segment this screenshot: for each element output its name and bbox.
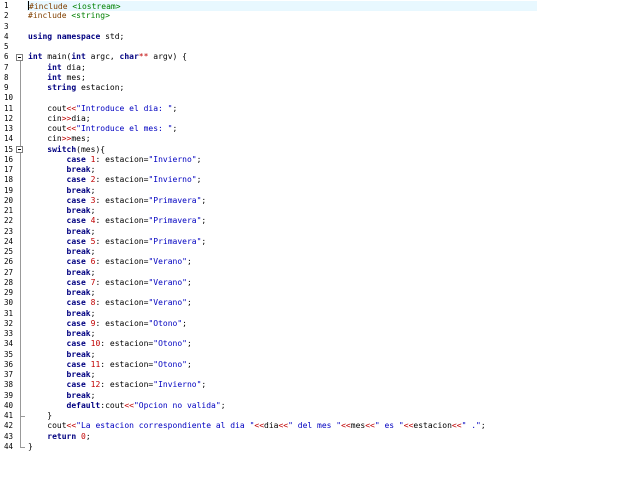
code-area[interactable]: 1 #include <iostream> 2 #include <string> 3 4… bbox=[0, 1, 640, 452]
code-line[interactable]: 40 default:cout<<"Opcion no valida"; bbox=[0, 401, 640, 411]
code-line[interactable]: 21 break; bbox=[0, 206, 640, 216]
code-text: break; bbox=[66, 185, 96, 195]
code-line[interactable]: 19 break; bbox=[0, 186, 640, 196]
code-line[interactable]: 9 string estacion; bbox=[0, 83, 640, 93]
code-text: int mes; bbox=[47, 72, 86, 82]
code-text: break; bbox=[66, 370, 96, 379]
code-line[interactable]: 44} bbox=[0, 442, 640, 452]
code-text: break; bbox=[66, 206, 96, 215]
code-line[interactable]: 37 break; bbox=[0, 370, 640, 380]
code-line[interactable]: 41 } bbox=[0, 411, 640, 421]
fold-end-marker bbox=[20, 446, 25, 448]
code-text: break; bbox=[66, 247, 96, 256]
code-line[interactable]: 6 int main(int argc, char** argv) { bbox=[0, 52, 640, 62]
code-line[interactable]: 11 cout<<"Introduce el dia: "; bbox=[0, 104, 640, 114]
code-text: case 1: estacion="Invierno"; bbox=[66, 154, 202, 164]
code-text: cout<<"La estacion correspondiente al di… bbox=[28, 421, 486, 431]
code-line[interactable]: 18 case 2: estacion="Invierno"; bbox=[0, 175, 640, 185]
code-text: string estacion; bbox=[47, 83, 125, 92]
code-line[interactable]: 22 case 4: estacion="Primavera"; bbox=[0, 216, 640, 226]
code-line[interactable]: 31 break; bbox=[0, 309, 640, 319]
code-text: case 9: estacion="Otono"; bbox=[66, 318, 187, 328]
code-line[interactable]: 16 case 1: estacion="Invierno"; bbox=[0, 155, 640, 165]
code-line[interactable]: 24 case 5: estacion="Primavera"; bbox=[0, 237, 640, 247]
code-line[interactable]: 20 case 3: estacion="Primavera"; bbox=[0, 196, 640, 206]
code-line[interactable]: 4 using namespace std; bbox=[0, 32, 640, 42]
code-line[interactable]: 36 case 11: estacion="Otono"; bbox=[0, 360, 640, 370]
code-text: return 0; bbox=[47, 431, 91, 441]
code-line[interactable]: 35 break; bbox=[0, 350, 640, 360]
code-text: break; bbox=[66, 308, 96, 318]
code-editor[interactable]: 1 #include <iostream> 2 #include <string> 3 4… bbox=[0, 0, 640, 484]
code-text: break; bbox=[66, 165, 96, 174]
code-text: case 11: estacion="Otono"; bbox=[66, 359, 192, 369]
code-text: break; bbox=[66, 288, 96, 297]
code-line[interactable]: 10 bbox=[0, 93, 640, 103]
code-line[interactable]: 26 case 6: estacion="Verano"; bbox=[0, 257, 640, 267]
code-text: break; bbox=[66, 226, 96, 236]
code-text: cin>>mes; bbox=[28, 134, 91, 144]
code-line[interactable]: 28 case 7: estacion="Verano"; bbox=[0, 278, 640, 288]
code-text: break; bbox=[66, 267, 96, 277]
fold-end-marker bbox=[20, 416, 25, 417]
code-text: break; bbox=[66, 390, 96, 400]
code-text: int dia; bbox=[47, 62, 86, 72]
fold-margin bbox=[16, 0, 26, 484]
code-line[interactable]: 8 int mes; bbox=[0, 73, 640, 83]
code-text: default:cout<<"Opcion no valida"; bbox=[66, 400, 226, 410]
fold-guide-line bbox=[20, 153, 21, 416]
code-line[interactable]: 27 break; bbox=[0, 268, 640, 278]
code-text: } bbox=[28, 441, 33, 451]
code-text: cout<<"Introduce el dia: "; bbox=[28, 103, 178, 113]
code-line[interactable]: 25 break; bbox=[0, 247, 640, 257]
code-text: break; bbox=[66, 349, 96, 359]
code-text: cin>>dia; bbox=[28, 113, 91, 123]
code-line[interactable]: 5 bbox=[0, 42, 640, 52]
code-text: switch(mes){ bbox=[47, 144, 106, 154]
code-line[interactable]: 17 break; bbox=[0, 165, 640, 175]
fold-toggle-icon[interactable] bbox=[16, 146, 23, 153]
code-line[interactable]: 7 int dia; bbox=[0, 63, 640, 73]
code-line[interactable]: 30 case 8: estacion="Verano"; bbox=[0, 298, 640, 308]
code-line[interactable]: 38 case 12: estacion="Invierno"; bbox=[0, 380, 640, 390]
code-line[interactable]: 42 cout<<"La estacion correspondiente al… bbox=[0, 421, 640, 431]
code-text: int main(int argc, char** argv) { bbox=[28, 52, 187, 62]
code-line[interactable]: 34 case 10: estacion="Otono"; bbox=[0, 339, 640, 349]
code-line[interactable]: 3 bbox=[0, 22, 640, 32]
code-text: case 7: estacion="Verano"; bbox=[66, 277, 192, 287]
code-text: case 4: estacion="Primavera"; bbox=[66, 216, 207, 226]
code-text: case 12: estacion="Invierno"; bbox=[66, 380, 207, 390]
code-text: case 2: estacion="Invierno"; bbox=[66, 175, 202, 185]
code-line[interactable]: 23 break; bbox=[0, 227, 640, 237]
code-line[interactable]: 43 return 0; bbox=[0, 432, 640, 442]
code-text: case 6: estacion="Verano"; bbox=[66, 257, 192, 267]
fold-toggle-icon[interactable] bbox=[16, 53, 23, 61]
code-text: #include <string> bbox=[28, 11, 110, 21]
code-line[interactable]: 1 #include <iostream> bbox=[0, 1, 640, 12]
code-text: } bbox=[28, 411, 53, 420]
code-text: cout<<"Introduce el mes: "; bbox=[28, 124, 178, 133]
code-line[interactable]: 15 switch(mes){ bbox=[0, 145, 640, 155]
code-line[interactable]: 12 cin>>dia; bbox=[0, 114, 640, 124]
code-text: break; bbox=[66, 329, 96, 338]
code-text: case 10: estacion="Otono"; bbox=[66, 339, 192, 349]
code-line[interactable]: 14 cin>>mes; bbox=[0, 134, 640, 144]
code-line[interactable]: 2 #include <string> bbox=[0, 11, 640, 21]
code-line[interactable]: 39 break; bbox=[0, 391, 640, 401]
code-line[interactable]: 33 break; bbox=[0, 329, 640, 339]
code-text: using namespace std; bbox=[28, 31, 125, 41]
code-text: case 5: estacion="Primavera"; bbox=[66, 236, 207, 246]
code-line[interactable]: 32 case 9: estacion="Otono"; bbox=[0, 319, 640, 329]
code-text: case 8: estacion="Verano"; bbox=[66, 298, 192, 308]
code-line[interactable]: 29 break; bbox=[0, 288, 640, 298]
code-line[interactable]: 13 cout<<"Introduce el mes: "; bbox=[0, 124, 640, 134]
code-text: case 3: estacion="Primavera"; bbox=[66, 195, 207, 205]
